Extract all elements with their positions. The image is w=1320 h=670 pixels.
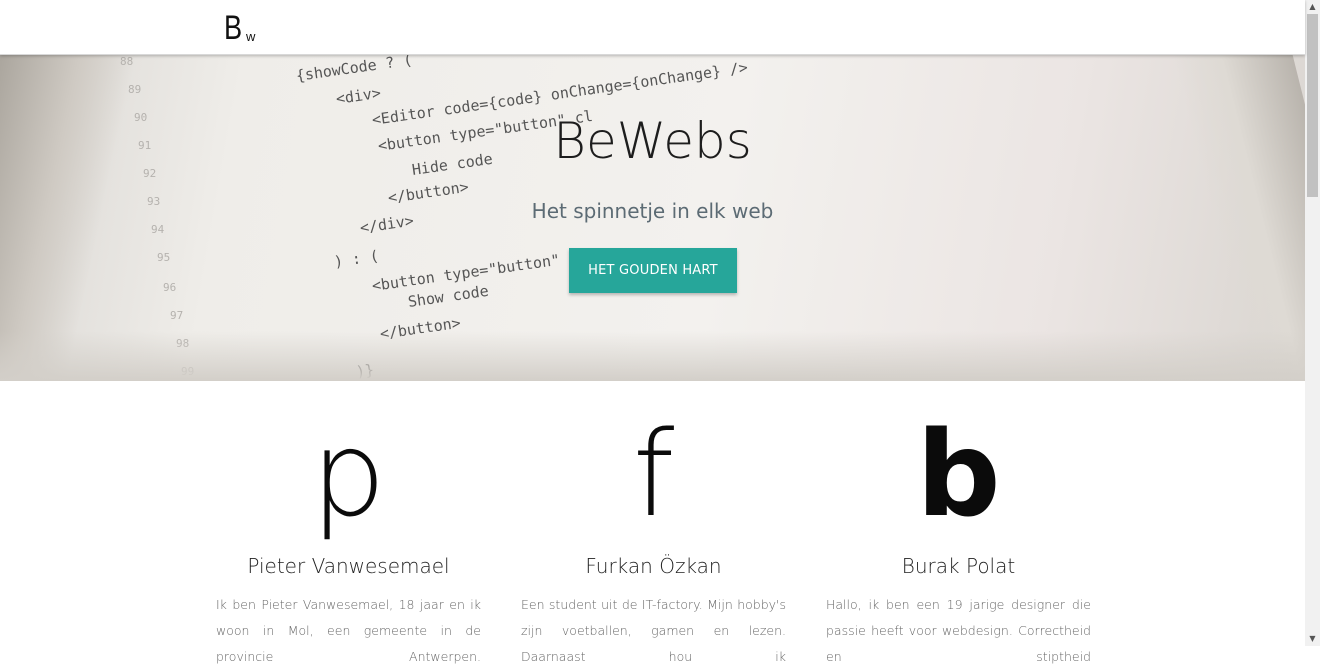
code-line: {showCode ? ( bbox=[294, 55, 414, 85]
line-number: 96 bbox=[163, 281, 177, 294]
member-name: Furkan Özkan bbox=[585, 554, 722, 578]
member-logo-f: f bbox=[632, 405, 675, 543]
monitor-bottom-edge bbox=[0, 331, 1305, 381]
scrollbar-thumb[interactable] bbox=[1307, 14, 1318, 197]
scroll-down-icon[interactable]: ▼ bbox=[1305, 632, 1320, 646]
code-line: <div> bbox=[334, 83, 382, 108]
navbar: B w bbox=[0, 0, 1305, 55]
logo-letter-b: B bbox=[224, 9, 242, 47]
cta-button[interactable]: HET GOUDEN HART bbox=[569, 248, 737, 293]
line-number: 89 bbox=[128, 83, 142, 96]
member-logo-p: p bbox=[311, 405, 386, 543]
logo[interactable]: B w bbox=[224, 9, 255, 47]
member-bio: Een student uit de IT-factory. Mijn hobb… bbox=[521, 597, 786, 664]
logo-letter-w: w bbox=[246, 29, 256, 44]
team-member-card: p Pieter Vanwesemael Ik ben Pieter Vanwe… bbox=[196, 405, 501, 670]
hero-banner: 88 89 90 91 92 93 94 95 96 97 98 99 {sho… bbox=[0, 55, 1305, 381]
line-number: 95 bbox=[157, 251, 171, 264]
member-name: Burak Polat bbox=[901, 554, 1016, 578]
team-member-card: f Furkan Özkan Een student uit de IT-fac… bbox=[501, 405, 806, 670]
hero-subtitle: Het spinnetje in elk web bbox=[531, 199, 774, 223]
line-number: 97 bbox=[170, 309, 184, 322]
line-number: 94 bbox=[151, 223, 165, 236]
member-logo-b: b bbox=[916, 405, 1001, 543]
code-line: ) : ( bbox=[332, 246, 380, 271]
vertical-scrollbar[interactable]: ▲ ▼ bbox=[1305, 0, 1320, 646]
member-name: Pieter Vanwesemael bbox=[247, 554, 450, 578]
code-line: Show code bbox=[406, 281, 490, 311]
hero-title: BeWebs bbox=[553, 112, 752, 170]
member-bio: Ik ben Pieter Vanwesemael, 18 jaar en ik… bbox=[216, 597, 481, 664]
member-bio: Hallo, ik ben een 19 jarige designer die… bbox=[826, 597, 1091, 664]
scroll-up-icon[interactable]: ▲ bbox=[1305, 0, 1320, 14]
team-member-card: b Burak Polat Hallo, ik ben een 19 jarig… bbox=[806, 405, 1111, 670]
code-line: <button type="button" cl bbox=[370, 246, 588, 295]
